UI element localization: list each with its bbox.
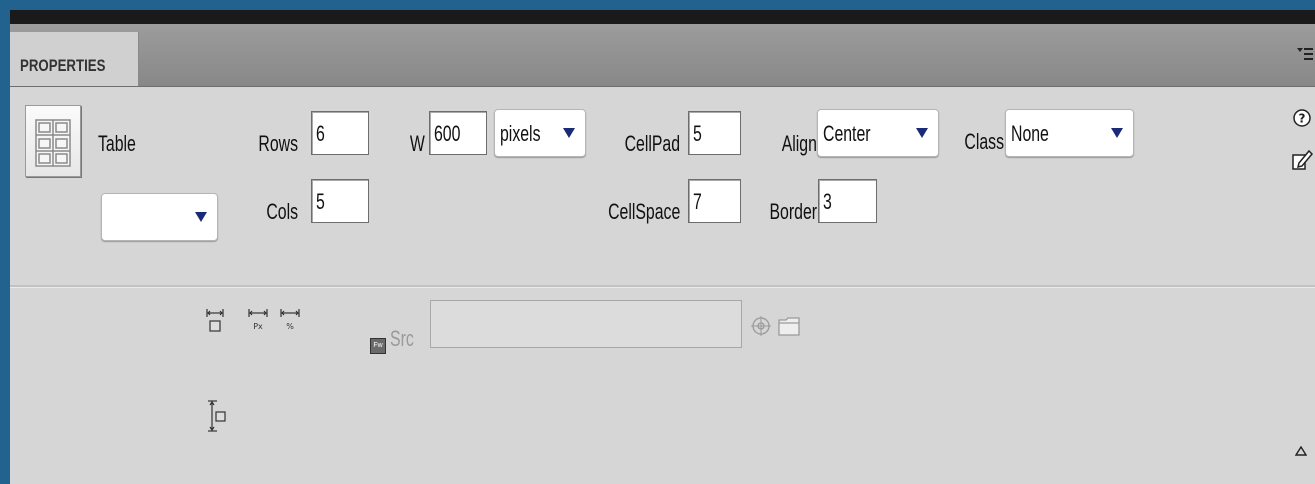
- border-value: 3: [823, 189, 832, 214]
- class-value: None: [1011, 121, 1049, 146]
- width-unit-select[interactable]: pixels: [494, 109, 586, 157]
- section-divider: [10, 285, 1315, 288]
- convert-width-to-pixels-icon[interactable]: Px: [248, 308, 268, 339]
- panel-tab-bar: PROPERTIES: [10, 24, 1315, 87]
- fireworks-icon[interactable]: Fw: [370, 338, 386, 354]
- class-label: Class: [964, 129, 1004, 154]
- clear-height-icon[interactable]: [207, 399, 227, 438]
- cellspace-value: 7: [693, 189, 702, 214]
- chevron-down-icon: [563, 128, 575, 138]
- folder-icon[interactable]: [777, 315, 801, 342]
- cellpad-label: CellPad: [624, 131, 680, 156]
- clear-width-icon[interactable]: [206, 308, 224, 339]
- table-label: Table: [98, 131, 136, 156]
- point-to-file-icon[interactable]: [751, 316, 771, 341]
- expand-icon[interactable]: [1294, 443, 1308, 461]
- edit-icon[interactable]: [1291, 147, 1314, 176]
- window-top-strip: [10, 10, 1315, 24]
- rows-field[interactable]: 6: [311, 111, 369, 155]
- width-unit-value: pixels: [500, 121, 541, 146]
- cols-value: 5: [316, 189, 325, 214]
- rows-label: Rows: [258, 131, 298, 156]
- svg-text:?: ?: [1299, 112, 1306, 126]
- align-label: Align: [781, 131, 817, 156]
- cellspace-field[interactable]: 7: [688, 179, 741, 223]
- src-label: Src: [390, 326, 414, 351]
- width-label: W: [410, 131, 425, 156]
- panel-menu-icon[interactable]: [1297, 46, 1313, 67]
- tab-properties-label: PROPERTIES: [20, 56, 106, 75]
- align-select[interactable]: Center: [817, 109, 939, 157]
- class-select[interactable]: None: [1005, 109, 1134, 157]
- properties-panel: Table Rows 6 Cols 5 W 600 pixels CellPad…: [10, 87, 1315, 484]
- align-value: Center: [823, 121, 871, 146]
- width-value: 600: [434, 121, 461, 146]
- help-icon[interactable]: ?: [1293, 109, 1311, 132]
- chevron-down-icon: [195, 212, 207, 222]
- svg-text:Px: Px: [253, 322, 263, 331]
- cellpad-field[interactable]: 5: [688, 111, 741, 155]
- svg-text:%: %: [286, 322, 294, 331]
- cellspace-label: CellSpace: [607, 199, 680, 224]
- width-field[interactable]: 600: [429, 111, 487, 155]
- rows-value: 6: [316, 121, 325, 146]
- tab-properties[interactable]: PROPERTIES: [10, 32, 139, 86]
- table-icon: [25, 105, 81, 177]
- chevron-down-icon: [1111, 128, 1123, 138]
- cellpad-value: 5: [693, 121, 702, 146]
- cols-label: Cols: [266, 199, 298, 224]
- table-id-select[interactable]: [101, 193, 218, 241]
- border-field[interactable]: 3: [818, 179, 877, 223]
- src-field[interactable]: [430, 300, 742, 348]
- chevron-down-icon: [916, 128, 928, 138]
- border-label: Border: [769, 199, 817, 224]
- cols-field[interactable]: 5: [311, 179, 369, 223]
- convert-width-to-percent-icon[interactable]: %: [280, 308, 300, 339]
